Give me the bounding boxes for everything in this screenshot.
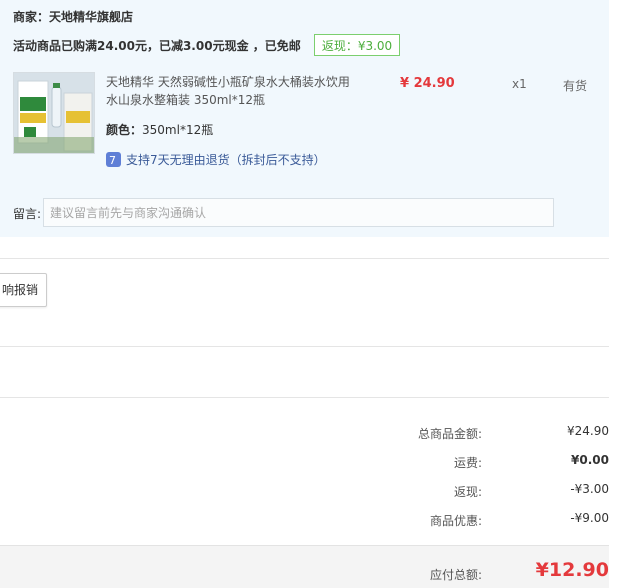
product-quantity: x1 <box>512 77 527 91</box>
discount-value: -¥9.00 <box>570 511 609 525</box>
return-policy-text: 支持7天无理由退货（拆封后不支持） <box>126 153 326 167</box>
invoice-button[interactable]: 响报销 <box>0 273 47 307</box>
total-bar <box>0 545 609 588</box>
water-bottle-box-icon <box>14 73 94 153</box>
divider <box>0 346 609 347</box>
merchant-name[interactable]: 商家：天地精华旗舰店 <box>13 8 133 25</box>
product-price: ¥ 24.90 <box>400 76 455 91</box>
divider <box>0 397 609 398</box>
cashback-badge: 返现：¥3.00 <box>314 34 400 56</box>
promo-text: 活动商品已购满24.00元，已减3.00元现金 ，已免邮 <box>13 39 301 53</box>
discount-label: 商品优惠: <box>429 514 482 528</box>
stock-status: 有货 <box>563 79 588 93</box>
total-amount: ¥12.90 <box>535 559 609 581</box>
message-input[interactable] <box>43 198 554 227</box>
product-title[interactable]: 天地精华 天然弱碱性小瓶矿泉水大桶装水饮用水山泉水整箱装 350ml*12瓶 <box>106 73 356 109</box>
shipping-value: ¥0.00 <box>571 453 609 467</box>
cashback-label: 返现: <box>453 485 482 499</box>
return-policy[interactable]: 7 支持7天无理由退货（拆封后不支持） <box>106 151 326 168</box>
cashback-value: -¥3.00 <box>570 482 609 496</box>
subtotal-value: ¥24.90 <box>567 424 609 438</box>
divider <box>0 258 609 259</box>
message-label: 留言: <box>13 207 42 221</box>
product-image[interactable] <box>13 72 95 154</box>
total-label: 应付总额: <box>429 568 482 582</box>
subtotal-label: 总商品金额: <box>417 427 482 441</box>
product-spec: 颜色：350ml*12瓶 <box>106 121 213 138</box>
spec-value: 350ml*12瓶 <box>142 123 214 137</box>
spec-key: 颜色： <box>106 123 143 137</box>
return-policy-icon: 7 <box>106 152 121 167</box>
svg-text:7: 7 <box>109 154 116 167</box>
shipping-label: 运费: <box>453 456 482 470</box>
